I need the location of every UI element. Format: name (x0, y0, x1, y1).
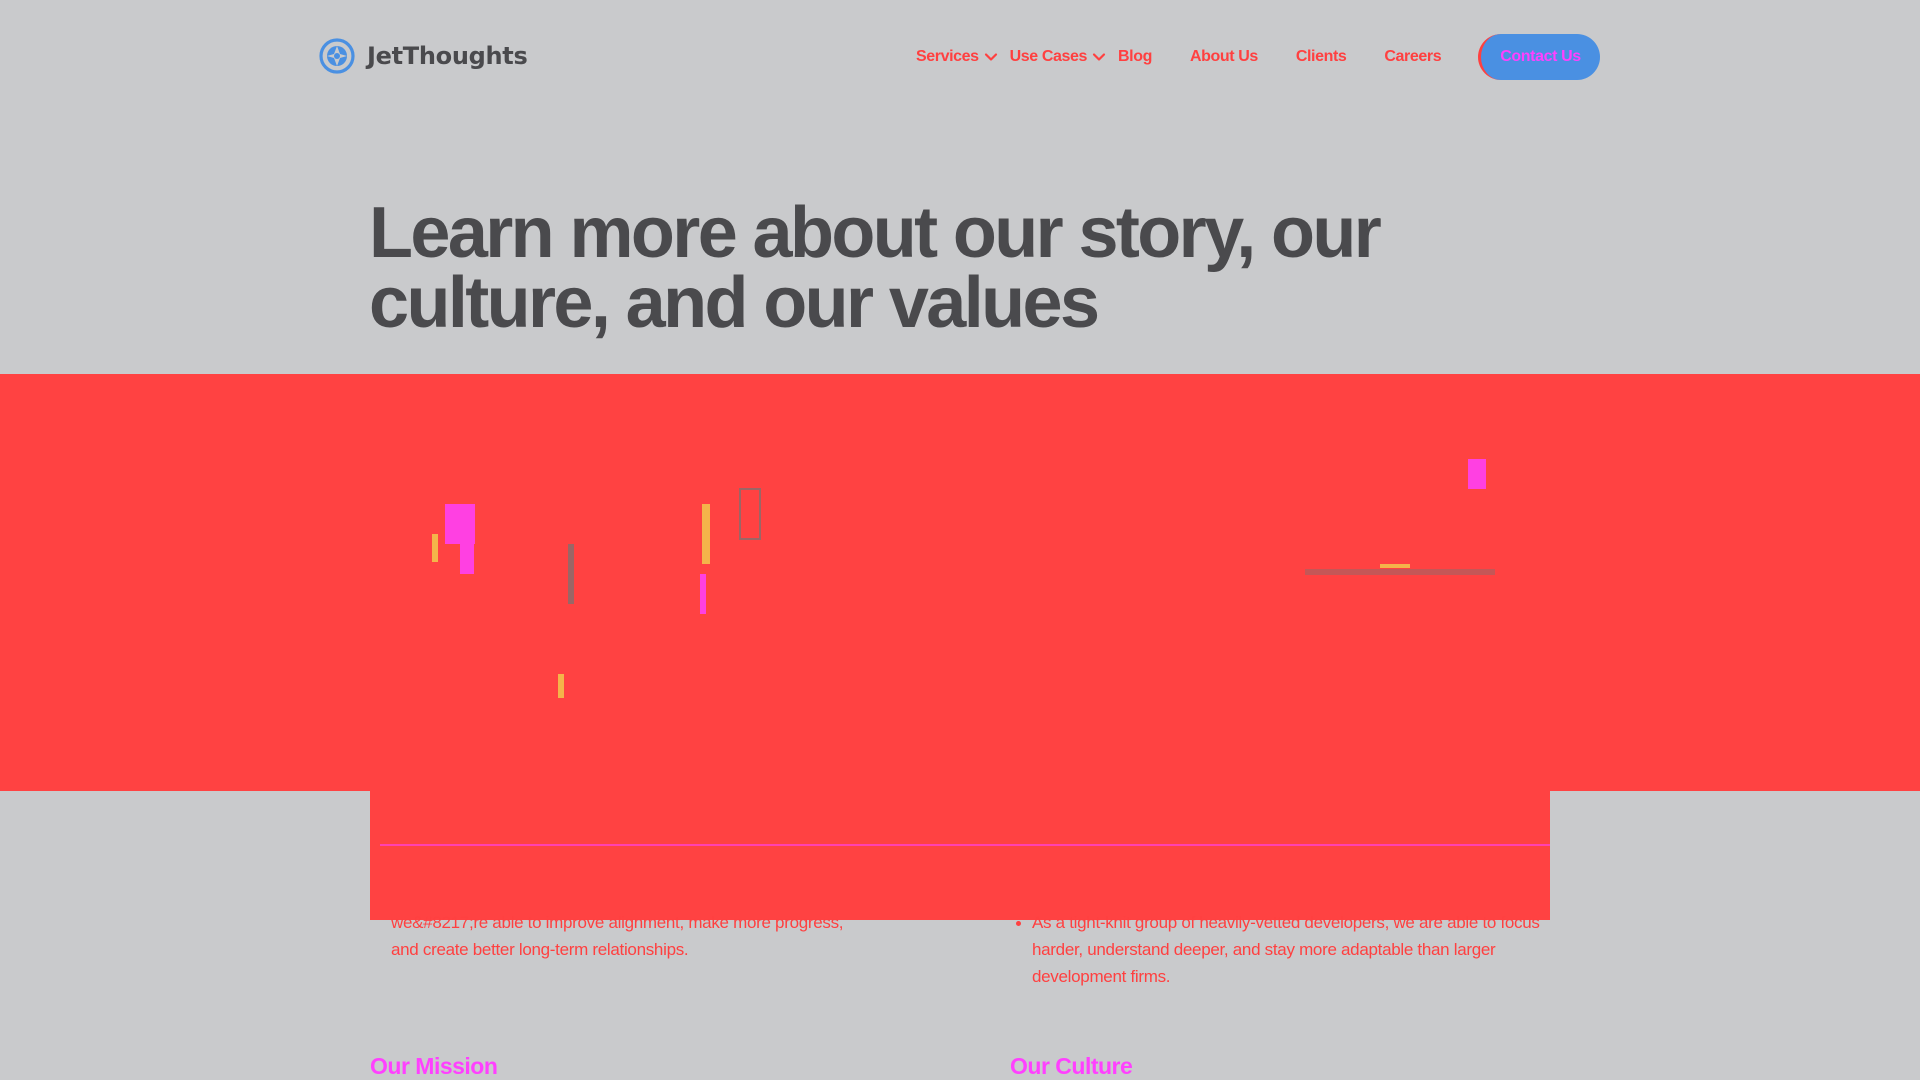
team-photo-banner-extension (370, 790, 1550, 920)
contact-us-button[interactable]: Contact Us (1478, 34, 1600, 80)
nav-item-use-cases[interactable]: Use Cases (1010, 48, 1106, 66)
nav-item-label: Blog (1118, 48, 1152, 65)
logo-text: JetThoughts (367, 42, 528, 70)
list-item: As a tight-knit group of heavily-vetted … (1016, 909, 1552, 990)
site-header: JetThoughts Services Use Cases Blog Abou… (0, 0, 1920, 114)
nav-item-about-us[interactable]: About Us (1190, 48, 1258, 66)
nav-item-label: Services (916, 48, 979, 65)
page-title: Learn more about our story, our culture,… (369, 197, 1469, 339)
main-nav: Services Use Cases Blog About Us Clients… (916, 34, 1442, 80)
chevron-down-icon (1092, 53, 1106, 61)
page-title-line-2: culture, and our values (369, 263, 1100, 343)
nav-item-clients[interactable]: Clients (1296, 48, 1347, 66)
jetthoughts-logo-icon (319, 38, 355, 74)
nav-item-blog[interactable]: Blog (1118, 48, 1152, 66)
list-item: and create better long-term relationship… (391, 940, 689, 959)
nav-item-label: About Us (1189, 48, 1258, 65)
left-column-text: we&#8217;re able to improve alignment, m… (391, 909, 951, 963)
list-item: we&#8217;re able to improve alignment, m… (391, 913, 844, 932)
nav-item-label: Careers (1384, 48, 1442, 65)
right-column-text: As a tight-knit group of heavily-vetted … (1016, 909, 1552, 990)
page-title-line-1: Learn more about our story, our (369, 193, 1382, 273)
team-photo-banner (0, 374, 1920, 791)
mission-heading: Our Mission (370, 1053, 498, 1079)
nav-item-label: Use Cases (1009, 48, 1088, 65)
nav-item-label: Clients (1295, 48, 1347, 65)
nav-item-services[interactable]: Services (916, 48, 998, 66)
culture-heading: Our Culture (1010, 1053, 1133, 1079)
logo-link[interactable]: JetThoughts (319, 38, 528, 74)
chevron-down-icon (984, 53, 997, 61)
nav-item-careers[interactable]: Careers (1384, 48, 1441, 66)
